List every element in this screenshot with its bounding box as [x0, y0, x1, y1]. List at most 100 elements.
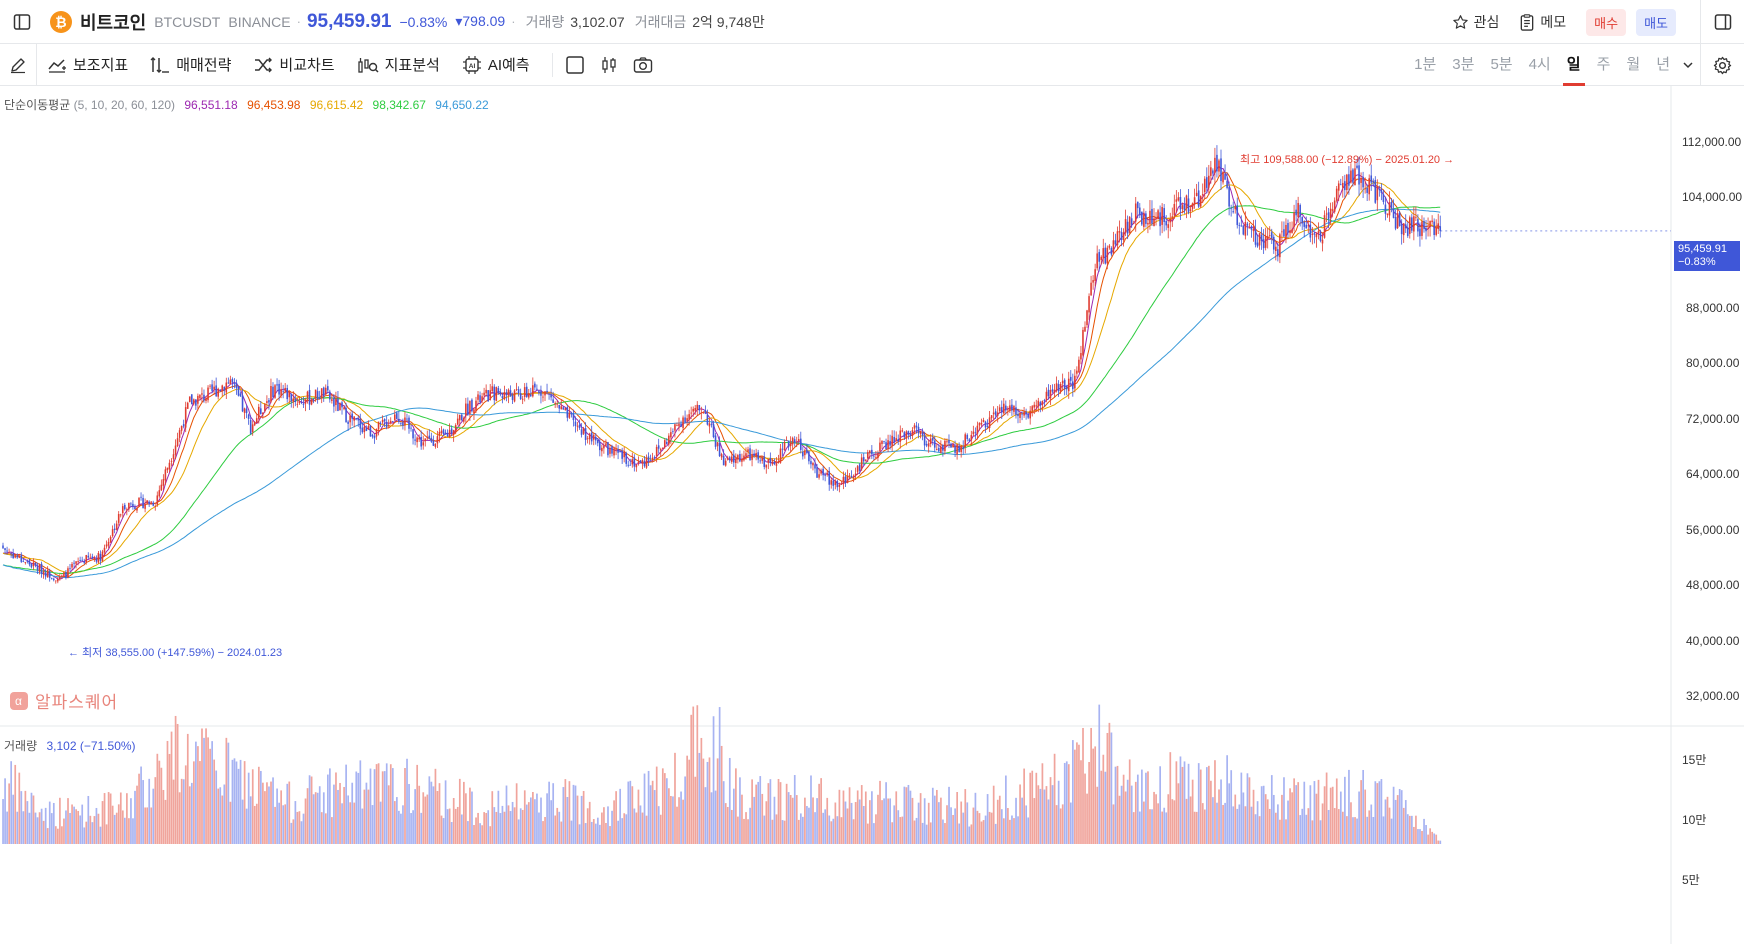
candle: [89, 553, 92, 559]
volume-bar: [231, 759, 234, 844]
candle: [509, 385, 512, 397]
candle: [783, 439, 786, 451]
volume-bar: [93, 816, 96, 844]
timeframe-month[interactable]: 월: [1626, 44, 1640, 86]
candle: [710, 422, 713, 428]
draw-pencil-icon[interactable]: [0, 44, 36, 86]
volume-bar: [793, 775, 796, 844]
volume-bar: [753, 796, 755, 844]
volume-bar: [1205, 767, 1208, 844]
timeframe-day[interactable]: 일: [1562, 44, 1585, 86]
volume-bar: [1386, 796, 1389, 844]
sidebar-toggle-icon[interactable]: [0, 0, 44, 44]
volume-bar: [1163, 807, 1166, 844]
timeframe-1m[interactable]: 1분: [1414, 44, 1436, 86]
watchlist-button[interactable]: 관심: [1452, 12, 1499, 32]
candle: [767, 459, 770, 470]
volume-bar: [387, 785, 390, 844]
candle: [1370, 164, 1373, 191]
volume-bar: [1329, 787, 1332, 844]
candle: [2, 542, 4, 549]
timeframe-5m[interactable]: 5분: [1490, 44, 1512, 86]
candle: [1423, 217, 1425, 233]
volume-bar: [1301, 808, 1304, 844]
volume-bar: [834, 802, 837, 844]
buy-button[interactable]: 매수: [1586, 8, 1627, 36]
volume-bar: [1305, 814, 1308, 844]
volume-bar: [852, 819, 855, 844]
volume-bar: [1009, 819, 1011, 844]
separator-dot: ·: [296, 14, 301, 29]
volume-bar: [436, 790, 439, 844]
candle: [1214, 147, 1216, 185]
chevron-down-icon[interactable]: [1682, 59, 1694, 71]
volume-bar: [363, 789, 366, 844]
candle: [34, 562, 37, 568]
volume-bar: [442, 818, 445, 844]
candle: [728, 455, 731, 463]
volume-bar: [197, 746, 199, 844]
candle: [804, 448, 806, 459]
volume-bar: [499, 813, 502, 844]
volume-bar: [341, 803, 343, 844]
timeframe-year[interactable]: 년: [1656, 44, 1670, 86]
candle: [20, 552, 23, 563]
volume-bar: [1045, 786, 1048, 844]
volume-bar: [318, 786, 321, 844]
volume-bar: [787, 792, 790, 844]
volume-bar: [767, 783, 770, 844]
volume-bar: [349, 802, 352, 844]
volume-bar: [460, 814, 463, 844]
timeframe-4h[interactable]: 4시: [1529, 44, 1551, 86]
volume-bar: [138, 773, 140, 844]
candle: [467, 397, 469, 416]
candle: [1281, 221, 1283, 243]
volume-bar: [1047, 799, 1050, 844]
ma-legend[interactable]: 단순이동평균 (5, 10, 20, 60, 120) 96,551.18 96…: [4, 96, 489, 113]
volume-bar: [582, 791, 585, 844]
indicator-analysis-button[interactable]: 지표분석: [357, 54, 440, 75]
right-panel-toggle-icon[interactable]: [1700, 0, 1744, 44]
strategy-button[interactable]: 매매전략: [150, 54, 231, 75]
volume-bar: [856, 790, 859, 844]
candle: [440, 426, 443, 435]
volume-bar: [515, 783, 518, 844]
volume-bar: [958, 823, 961, 844]
layout-square-icon[interactable]: [565, 55, 585, 75]
volume-bar: [243, 761, 246, 844]
candle-type-icon[interactable]: [599, 55, 619, 75]
candle: [1289, 221, 1291, 238]
price-chart[interactable]: [0, 86, 1744, 944]
volume-bar: [651, 780, 654, 844]
volume-legend[interactable]: 거래량 3,102 (−71.50%): [4, 737, 136, 754]
candle: [530, 387, 532, 398]
memo-button[interactable]: 메모: [1519, 12, 1566, 32]
volume-bar: [777, 778, 780, 844]
coin-name[interactable]: 비트코인: [80, 9, 146, 35]
sell-button[interactable]: 매도: [1636, 8, 1676, 36]
candle: [138, 496, 140, 507]
volume-bar: [678, 797, 680, 844]
volume-bar: [205, 728, 207, 844]
ai-predict-button[interactable]: AI AI예측: [462, 54, 530, 75]
volume-bar: [601, 812, 603, 844]
volume-bar: [495, 811, 498, 844]
volume-bar: [312, 794, 315, 844]
compare-chart-button[interactable]: 비교차트: [253, 54, 335, 75]
timeframe-3m[interactable]: 3분: [1452, 44, 1474, 86]
volume-bar: [1124, 791, 1127, 844]
candle: [46, 566, 49, 578]
volume-bar: [178, 792, 181, 844]
settings-button[interactable]: [1700, 44, 1744, 86]
volume-bar: [6, 811, 8, 844]
indicators-button[interactable]: 보조지표: [47, 54, 128, 75]
volume-bar: [1388, 807, 1391, 844]
candle: [1283, 221, 1285, 238]
candle: [974, 427, 977, 440]
timeframe-week[interactable]: 주: [1597, 44, 1611, 86]
candle: [887, 434, 889, 453]
volume-bar: [310, 776, 313, 844]
volume-bar: [331, 817, 333, 844]
volume-bar: [1082, 727, 1084, 844]
camera-icon[interactable]: [633, 56, 653, 74]
